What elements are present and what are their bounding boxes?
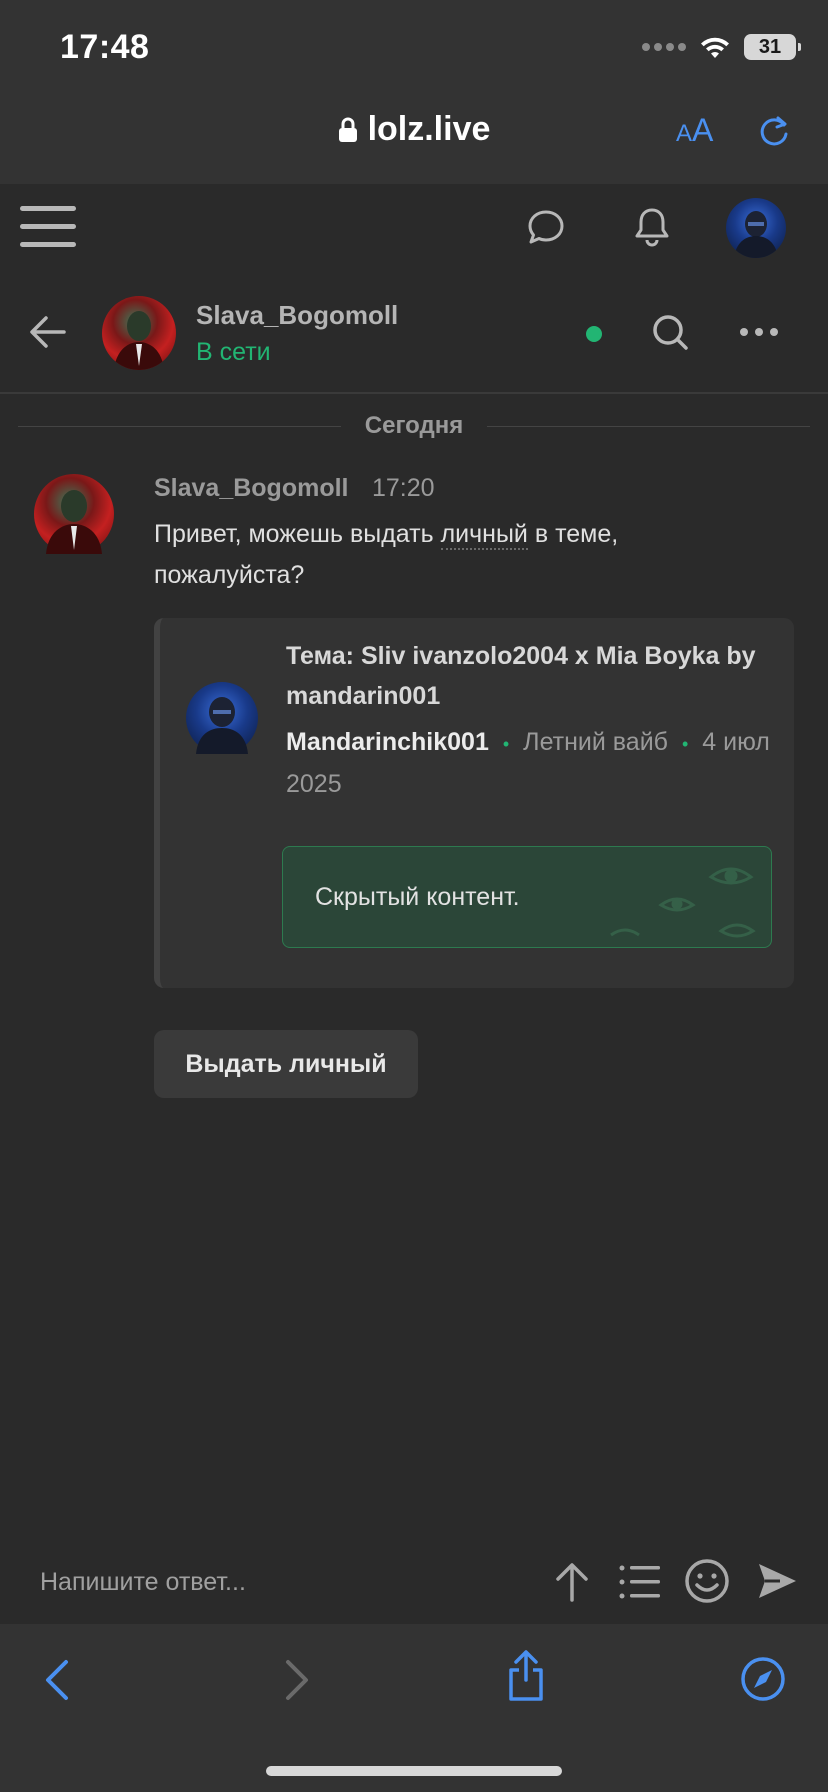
wifi-icon [701, 37, 729, 58]
reload-icon[interactable] [756, 114, 792, 150]
text-size-button[interactable]: AA [676, 112, 713, 149]
send-icon[interactable] [756, 1560, 798, 1602]
menu-icon[interactable] [20, 204, 76, 250]
bell-icon[interactable] [632, 206, 672, 248]
date-divider: Сегодня [18, 410, 810, 442]
date-label: Сегодня [364, 412, 464, 439]
back-icon[interactable] [28, 314, 68, 350]
signal-icon [642, 43, 686, 51]
share-icon[interactable] [506, 1650, 546, 1702]
quote-meta: Mandarinchik001 • Летний вайб • 4 июл 2025 [286, 722, 776, 804]
status-indicators: 31 [642, 34, 801, 60]
message-avatar[interactable] [34, 474, 114, 554]
conversation-status: В сети [196, 338, 271, 366]
message-avatar-image [46, 490, 102, 554]
hidden-content-box: Скрытый контент. [282, 846, 772, 948]
conversation-avatar-image [114, 311, 164, 370]
quote-title[interactable]: Тема: Sliv ivanzolo2004 x Mia Boyka by m… [286, 636, 776, 716]
compass-icon[interactable] [740, 1656, 786, 1702]
nav-back-icon[interactable] [40, 1658, 76, 1702]
url-text: lolz.live [367, 110, 491, 148]
meta-separator: • [502, 734, 510, 754]
search-icon[interactable] [650, 312, 690, 352]
quoted-post-card[interactable]: Тема: Sliv ivanzolo2004 x Mia Boyka by m… [154, 618, 794, 988]
eye-pattern-icon [610, 867, 756, 938]
list-icon[interactable] [618, 1562, 662, 1602]
smile-icon[interactable] [684, 1558, 730, 1604]
conversation-header: Slava_Bogomoll В сети [0, 270, 828, 394]
user-avatar[interactable] [726, 198, 786, 258]
message-text: Привет, можешь выдать личный в теме, пож… [154, 520, 619, 589]
lock-icon [338, 117, 357, 142]
reply-bar: Напишите ответ... [0, 1540, 828, 1624]
message-time: 17:20 [372, 474, 435, 502]
user-avatar-image [734, 211, 778, 258]
give-personal-button[interactable]: Выдать личный [154, 1030, 418, 1098]
chat-icon[interactable] [526, 208, 566, 248]
address-bar[interactable]: lolz.live AA [0, 110, 828, 160]
reply-input[interactable]: Напишите ответ... [40, 1540, 246, 1624]
quote-section[interactable]: Летний вайб [523, 728, 668, 756]
conversation-avatar[interactable] [102, 296, 176, 370]
home-indicator [266, 1766, 562, 1776]
status-time: 17:48 [60, 28, 150, 66]
online-indicator [586, 326, 602, 342]
quote-author[interactable]: Mandarinchik001 [286, 728, 489, 756]
more-icon[interactable] [738, 324, 780, 340]
divider-line [487, 425, 810, 427]
nav-forward-icon[interactable] [278, 1658, 314, 1702]
quote-avatar-image [196, 697, 248, 754]
quote-author-avatar[interactable] [186, 682, 258, 754]
message-link[interactable]: личный [440, 520, 528, 550]
conversation-name[interactable]: Slava_Bogomoll [196, 300, 398, 331]
hidden-content-text: Скрытый контент. [315, 883, 520, 911]
battery-indicator: 31 [744, 34, 801, 60]
arrow-up-icon[interactable] [552, 1560, 592, 1604]
browser-top-chrome: 17:48 31 lolz.live AA [0, 0, 828, 184]
browser-bottom-bar [0, 1624, 828, 1792]
message-author[interactable]: Slava_Bogomoll [154, 474, 349, 503]
site-header [0, 184, 828, 270]
divider-line [18, 425, 341, 427]
meta-separator: • [681, 734, 689, 754]
